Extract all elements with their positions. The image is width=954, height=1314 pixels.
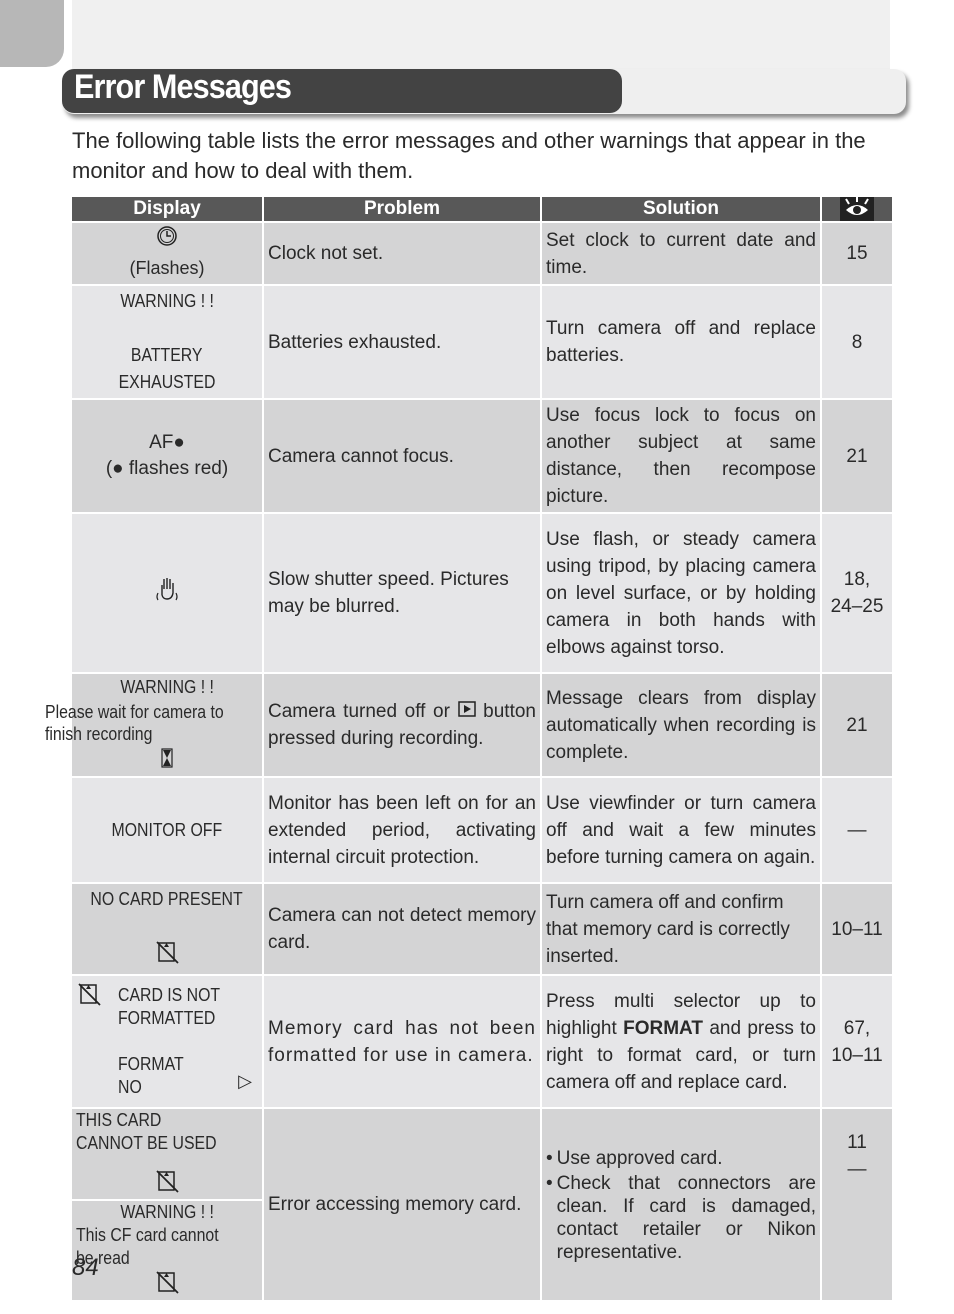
problem-cell: Monitor has been left on for an extended… — [264, 778, 540, 883]
clock-icon — [156, 225, 178, 255]
display-cell: WARNING ! ! Please wait for camera to fi… — [45, 674, 262, 777]
header-display: Display — [72, 197, 262, 221]
display-cell: THIS CARD CANNOT BE USED — [72, 1109, 262, 1200]
table-header-row: Display Problem Solution — [72, 197, 892, 221]
display-text: NO — [118, 1077, 142, 1098]
problem-cell: Memory card has not been formatted for u… — [264, 976, 540, 1108]
header-page — [822, 197, 892, 221]
display-cell: AF● (● flashes red) — [72, 400, 262, 512]
table-row: AF● (● flashes red) Camera cannot focus.… — [72, 400, 892, 512]
page-cell: 11 — — [822, 1109, 892, 1301]
problem-cell: Error accessing memory card. — [264, 1109, 540, 1301]
display-text: NO CARD PRESENT — [90, 889, 244, 910]
page-ref: 11 — [847, 1132, 867, 1154]
display-cell: CARD IS NOT FORMATTED FORMAT NO ▷ — [72, 976, 262, 1108]
header-solution: Solution — [542, 197, 820, 221]
display-text: WARNING ! ! — [120, 291, 214, 311]
display-text: (● flashes red) — [105, 458, 229, 479]
page-cell: 10–11 — [822, 884, 892, 975]
no-card-icon — [154, 940, 180, 972]
solution-cell: Press multi selector up to highlight FOR… — [542, 976, 820, 1108]
solution-cell: Turn camera off and replace batteries. — [542, 286, 820, 398]
page-cell: 21 — [822, 400, 892, 512]
solution-cell: Use viewfinder or turn camera off and wa… — [542, 778, 820, 883]
display-cell: WARNING ! ! This CF card cannot be read — [72, 1201, 262, 1301]
problem-cell: Batteries exhausted. — [264, 286, 540, 398]
display-cell — [72, 514, 262, 672]
display-text: Please wait for camera to finish recordi… — [44, 702, 224, 744]
page-number: 84 — [72, 1254, 99, 1281]
display-text: MONITOR OFF — [111, 819, 223, 840]
table-row: Slow shutter speed. Pictures may be blur… — [72, 514, 892, 672]
error-messages-table: Display Problem Solution (Flashes) Clock… — [45, 195, 894, 1302]
problem-cell: Slow shutter speed. Pictures may be blur… — [264, 514, 540, 672]
display-text: WARNING ! ! — [120, 677, 214, 697]
table-row: CARD IS NOT FORMATTED FORMAT NO ▷ Memory… — [72, 976, 892, 1108]
display-text: (Flashes) — [129, 258, 205, 278]
display-text: WARNING ! ! — [120, 1202, 214, 1223]
right-arrow-icon: ▷ — [238, 1071, 252, 1092]
no-card-icon — [154, 1169, 180, 1199]
table-row: WARNING ! ! Please wait for camera to fi… — [45, 674, 892, 777]
display-cell: MONITOR OFF — [72, 778, 262, 883]
solution-cell: Turn camera off and confirm that memory … — [542, 884, 820, 975]
intro-text: The following table lists the error mess… — [72, 128, 866, 183]
problem-cell: Clock not set. — [264, 223, 540, 284]
display-text: FORMAT — [118, 1054, 184, 1075]
problem-text: Camera turned off or — [268, 700, 450, 722]
table-row: (Flashes) Clock not set. Set clock to cu… — [72, 223, 892, 284]
bullet-item: • Check that connectors are clean. If car… — [546, 1173, 816, 1264]
display-cell: (Flashes) — [72, 223, 262, 284]
display-text: FORMATTED — [118, 1008, 216, 1029]
solution-cell: Use flash, or steady camera using tripod… — [542, 514, 820, 672]
page-cell: 15 — [822, 223, 892, 284]
display-text: THIS CARD — [76, 1110, 162, 1131]
solution-cell: Message clears from display automaticall… — [542, 674, 820, 777]
table-row: WARNING ! ! BATTERY EXHAUSTED Batteries … — [72, 286, 892, 398]
display-text: CARD IS NOT — [118, 985, 221, 1006]
display-text: BATTERY — [131, 345, 203, 365]
solution-cell: Use focus lock to focus on another subje… — [542, 400, 820, 512]
page-title: Error Messages — [74, 68, 292, 106]
display-cell: NO CARD PRESENT — [72, 884, 262, 975]
problem-cell: Camera cannot focus. — [264, 400, 540, 512]
page-cell: 8 — [822, 286, 892, 398]
problem-cell: Camera can not detect memory card. — [264, 884, 540, 975]
header-band — [72, 0, 890, 70]
hourglass-icon — [161, 748, 173, 776]
display-text: This CF card cannot — [76, 1225, 219, 1246]
display-cell: WARNING ! ! BATTERY EXHAUSTED — [72, 286, 262, 398]
page-cell: 67, 10–11 — [822, 976, 892, 1108]
table-row: MONITOR OFF Monitor has been left on for… — [72, 778, 892, 883]
page-ref: — — [847, 1159, 867, 1181]
page-cell: 18, 24–25 — [822, 514, 892, 672]
header-problem: Problem — [264, 197, 540, 221]
problem-cell: Camera turned off or button pressed duri… — [264, 674, 540, 777]
table-row: THIS CARD CANNOT BE USED Error accessing… — [72, 1109, 892, 1301]
eye-icon — [840, 197, 874, 221]
page-cell: 21 — [822, 674, 892, 777]
display-text: CANNOT BE USED — [76, 1133, 217, 1154]
display-text: AF● — [149, 432, 185, 453]
solution-cell: • Use approved card. • Check that connecto… — [542, 1109, 820, 1301]
chapter-tab — [0, 0, 64, 67]
playback-button-icon — [457, 698, 476, 725]
display-text: EXHAUSTED — [118, 372, 216, 392]
table-row: NO CARD PRESENT Camera can not detect me… — [72, 884, 892, 975]
solution-cell: Set clock to current date and time. — [542, 223, 820, 284]
no-card-icon — [154, 1270, 180, 1300]
bullet-item: • Use approved card. — [546, 1148, 723, 1170]
no-card-icon — [76, 982, 102, 1012]
shaking-hand-icon — [154, 575, 180, 611]
page-cell: — — [822, 778, 892, 883]
format-label: FORMAT — [623, 1017, 703, 1039]
